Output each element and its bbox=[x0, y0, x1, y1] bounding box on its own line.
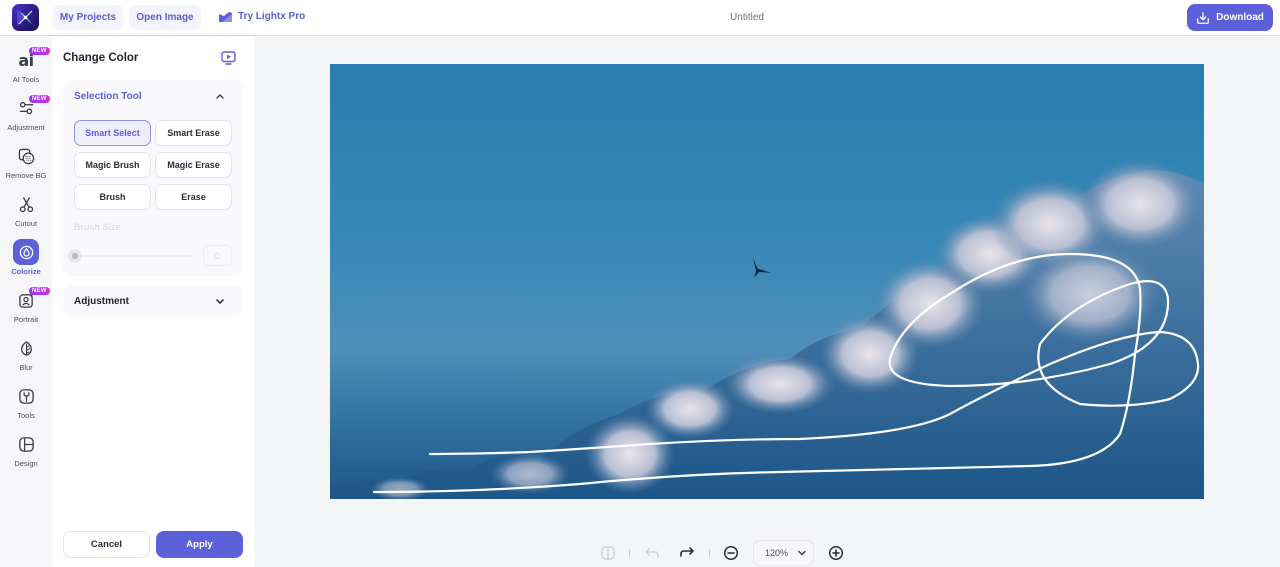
cloud-puff bbox=[725, 354, 835, 414]
magic-erase-button[interactable]: Magic Erase bbox=[155, 152, 232, 178]
new-badge: NEW bbox=[29, 95, 50, 103]
rail-label: Blur bbox=[19, 363, 33, 372]
smart-select-button[interactable]: Smart Select bbox=[74, 120, 151, 146]
selection-tool-heading[interactable]: Selection Tool bbox=[74, 91, 142, 102]
cloud-puff bbox=[1080, 159, 1200, 249]
brush-size-label: Brush Size bbox=[74, 222, 121, 232]
scissors-icon bbox=[13, 191, 39, 217]
rail-item-adjustment[interactable]: NEW Adjustment bbox=[0, 95, 52, 141]
brush-size-value[interactable]: 0 bbox=[203, 245, 232, 266]
new-badge: NEW bbox=[29, 47, 50, 55]
download-button[interactable]: Download bbox=[1187, 4, 1273, 31]
bottom-toolbar: 120% bbox=[254, 537, 1280, 567]
change-color-panel: Change Color Selection Tool Smart Select… bbox=[52, 37, 254, 567]
rail-item-cutout[interactable]: Cutout bbox=[0, 191, 52, 237]
brush-size-slider-thumb[interactable] bbox=[68, 249, 82, 263]
rail-label: AI Tools bbox=[12, 75, 40, 84]
try-pro-label: Try Lightx Pro bbox=[238, 11, 306, 22]
magic-brush-button[interactable]: Magic Brush bbox=[74, 152, 151, 178]
wrench-icon bbox=[13, 383, 39, 409]
leaf-icon bbox=[13, 335, 39, 361]
rail-item-colorize[interactable]: Colorize bbox=[0, 239, 52, 285]
document-title[interactable]: Untitled bbox=[700, 12, 794, 23]
pro-flag-icon bbox=[219, 12, 232, 22]
chevron-down-icon bbox=[798, 550, 806, 556]
zoom-out-icon[interactable] bbox=[723, 545, 739, 561]
redo-icon[interactable] bbox=[679, 544, 695, 560]
rail-label: Design bbox=[14, 459, 38, 468]
rail-item-portrait[interactable]: NEW Portrait bbox=[0, 287, 52, 333]
erase-button[interactable]: Erase bbox=[155, 184, 232, 210]
chevron-down-icon[interactable] bbox=[215, 297, 225, 305]
try-pro-link[interactable]: Try Lightx Pro bbox=[219, 11, 305, 22]
video-tutorial-icon[interactable] bbox=[221, 51, 236, 65]
open-image-button[interactable]: Open Image bbox=[129, 5, 201, 30]
cancel-button[interactable]: Cancel bbox=[63, 531, 150, 558]
cloud-puff bbox=[645, 379, 735, 439]
rail-label: Adjustment bbox=[7, 123, 45, 132]
my-projects-button[interactable]: My Projects bbox=[52, 5, 124, 30]
editing-image[interactable] bbox=[330, 64, 1204, 499]
toolbar-divider bbox=[629, 549, 630, 557]
rail-item-ai-tools[interactable]: ai NEW AI Tools bbox=[0, 47, 52, 93]
smart-erase-button[interactable]: Smart Erase bbox=[155, 120, 232, 146]
zoom-level-value: 120% bbox=[765, 548, 789, 558]
rail-item-tools[interactable]: Tools bbox=[0, 383, 52, 429]
rail-label: Portrait bbox=[13, 315, 39, 324]
remove-bg-icon bbox=[13, 143, 39, 169]
rail-label: Remove BG bbox=[5, 171, 47, 180]
undo-icon[interactable] bbox=[644, 545, 660, 561]
tool-rail: ai NEW AI Tools NEW Adjustment Remove BG… bbox=[0, 37, 52, 567]
adjustment-section[interactable]: Adjustment bbox=[63, 285, 243, 317]
droplet-icon bbox=[13, 239, 39, 265]
image-content bbox=[330, 159, 1204, 499]
zoom-level-select[interactable]: 120% bbox=[753, 540, 814, 566]
bird bbox=[753, 257, 771, 277]
rail-label: Cutout bbox=[14, 219, 38, 228]
canvas-area bbox=[254, 37, 1280, 567]
brush-size-slider-track[interactable] bbox=[74, 255, 192, 257]
rail-item-blur[interactable]: Blur bbox=[0, 335, 52, 381]
apply-button[interactable]: Apply bbox=[156, 531, 243, 558]
panel-title: Change Color bbox=[63, 52, 139, 64]
adjustment-heading: Adjustment bbox=[74, 296, 129, 307]
rail-item-remove-bg[interactable]: Remove BG bbox=[0, 143, 52, 189]
rail-label: Tools bbox=[17, 411, 35, 420]
top-bar: My Projects Open Image Try Lightx Pro Un… bbox=[0, 0, 1280, 36]
chevron-up-icon[interactable] bbox=[215, 92, 225, 100]
zoom-in-icon[interactable] bbox=[828, 545, 844, 561]
lightx-logo[interactable] bbox=[12, 4, 39, 31]
layout-icon bbox=[13, 431, 39, 457]
compare-icon[interactable] bbox=[600, 545, 616, 561]
rail-item-design[interactable]: Design bbox=[0, 431, 52, 477]
rail-label: Colorize bbox=[11, 267, 41, 276]
download-icon bbox=[1197, 11, 1210, 24]
toolbar-divider bbox=[709, 549, 710, 557]
selection-tool-section: Selection Tool Smart Select Smart Erase … bbox=[63, 80, 243, 276]
download-label: Download bbox=[1216, 12, 1264, 23]
brush-button[interactable]: Brush bbox=[74, 184, 151, 210]
new-badge: NEW bbox=[29, 287, 50, 295]
